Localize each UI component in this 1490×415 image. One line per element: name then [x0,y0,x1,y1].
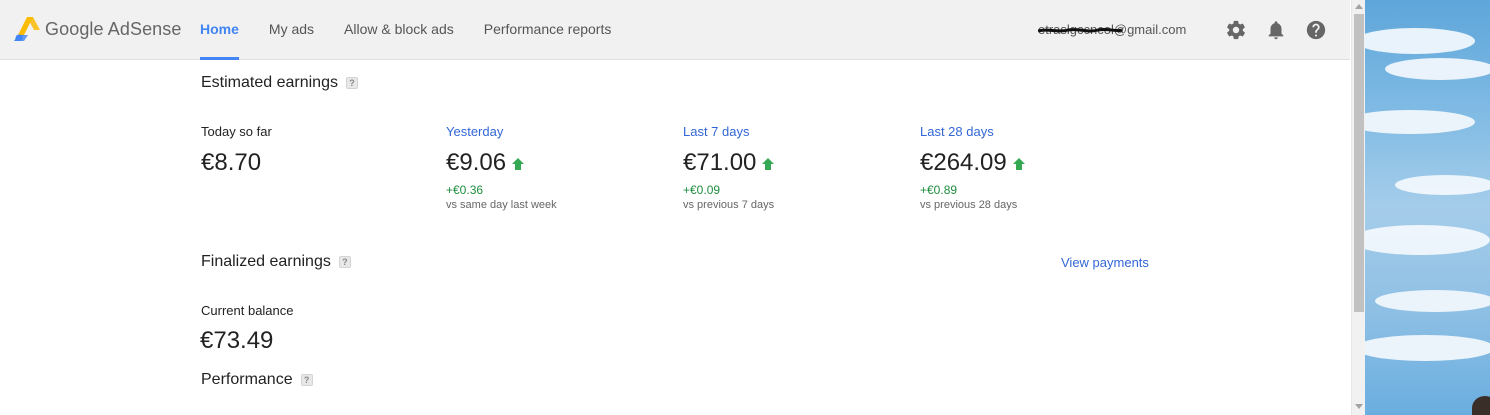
metric-yesterday-value: €9.06 [446,149,557,176]
scroll-down-arrow-icon[interactable] [1355,404,1363,409]
metric-yesterday-amount: €9.06 [446,149,507,176]
finalized-earnings-label: Finalized earnings [201,253,331,270]
adsense-logo[interactable]: Google AdSense [14,16,182,42]
background-sky-image [1365,0,1490,415]
help-icon [1306,20,1326,40]
metric-last-28-days-note: vs previous 28 days [920,199,1018,211]
scroll-thumb[interactable] [1354,14,1364,312]
metric-last-28-days-label[interactable]: Last 28 days [920,124,1025,140]
metric-last-28-days-amount: €264.09 [920,149,1007,176]
cloud [1385,58,1490,80]
metric-yesterday-label[interactable]: Yesterday [446,124,557,140]
estimated-earnings-title: Estimated earnings ? [201,74,358,92]
metric-last-7-days: Last 7 days €71.00 +€0.09 vs previous 7 … [683,124,775,213]
cloud [1395,175,1490,195]
nav-allow-block-ads[interactable]: Allow & block ads [344,0,454,60]
performance-title: Performance ? [201,371,313,389]
metric-today-label: Today so far [201,124,272,139]
metric-yesterday-note: vs same day last week [446,199,557,211]
current-balance-label: Current balance [201,303,294,318]
metric-yesterday-change: +€0.36 [446,183,484,197]
metric-last-7-days-value: €71.00 [683,149,775,176]
nav-home[interactable]: Home [200,0,239,60]
estimated-earnings-label: Estimated earnings [201,74,338,91]
top-bar: Google AdSense Home My ads Allow & block… [0,0,1350,60]
settings-button[interactable] [1224,18,1248,42]
redaction-scribble [1038,28,1122,33]
finalized-earnings-title: Finalized earnings ? [201,253,351,271]
metric-last-7-days-label[interactable]: Last 7 days [683,124,774,140]
performance-help-icon[interactable]: ? [300,374,313,386]
metric-last-7-days-amount: €71.00 [683,149,757,176]
up-arrow-icon [1012,158,1025,170]
metric-last-28-days-change: +€0.89 [920,183,958,197]
cloud [1375,290,1490,312]
metric-last-7-days-note: vs previous 7 days [683,199,775,211]
adsense-logo-icon [14,17,40,41]
metric-today-amount: €8.70 [201,149,262,176]
cloud [1365,28,1475,54]
nav-my-ads[interactable]: My ads [269,0,314,60]
cloud [1365,335,1490,361]
metric-today: Today so far €8.70 [201,124,272,176]
help-button[interactable] [1304,18,1328,42]
main-nav: Home My ads Allow & block ads Performanc… [200,0,641,60]
estimated-earnings-help-icon[interactable]: ? [345,77,358,89]
metric-yesterday: Yesterday €9.06 +€0.36 vs same day last … [446,124,557,213]
gear-icon [1227,20,1245,40]
metric-last-7-days-change: +€0.09 [683,183,721,197]
notifications-button[interactable] [1264,18,1288,42]
view-payments-link[interactable]: View payments [1061,255,1149,270]
up-arrow-icon [512,158,525,170]
up-arrow-icon [762,158,775,170]
finalized-earnings-help-icon[interactable]: ? [338,256,351,268]
performance-label: Performance [201,371,293,388]
metric-today-value: €8.70 [201,149,272,176]
metric-last-28-days-value: €264.09 [920,149,1025,176]
current-balance-value: €73.49 [200,327,274,354]
scroll-up-arrow-icon[interactable] [1355,4,1363,9]
bell-icon [1268,21,1284,40]
account-email-wrap[interactable]: etraslgccncol@gmail.com [1038,22,1186,37]
nav-performance-reports[interactable]: Performance reports [484,0,612,60]
cloud [1365,225,1490,255]
top-icons [1224,18,1344,42]
metric-last-28-days: Last 28 days €264.09 +€0.89 vs previous … [920,124,1025,213]
cloud [1365,110,1475,134]
vertical-scrollbar[interactable] [1351,0,1365,415]
rock [1472,396,1490,415]
brand-name: Google AdSense [45,18,182,39]
